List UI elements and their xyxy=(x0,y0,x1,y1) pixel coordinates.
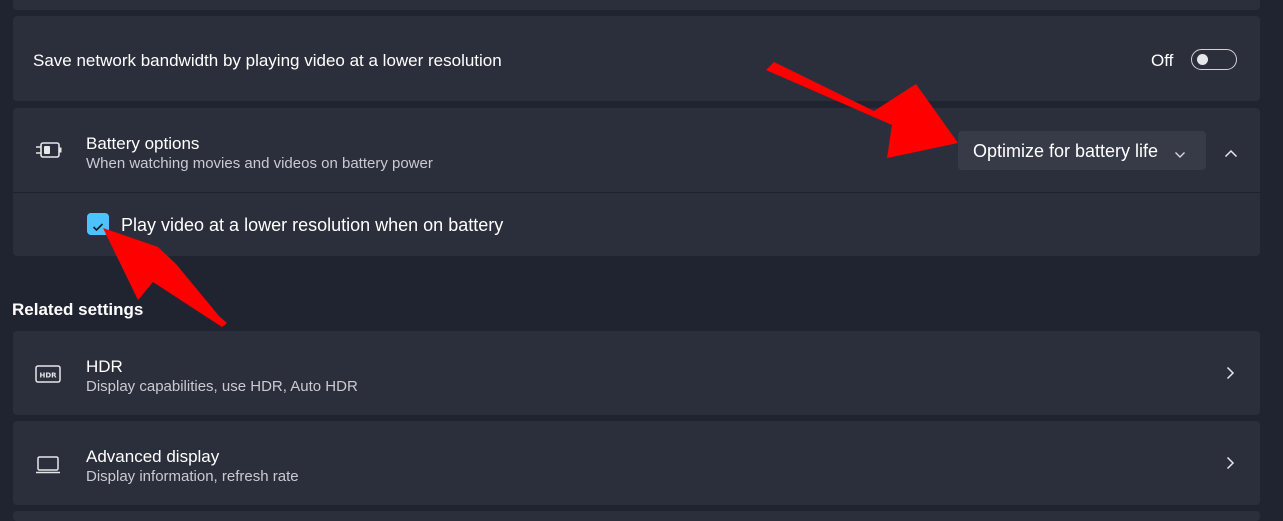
battery-options-title: Battery options xyxy=(86,134,200,153)
battery-plug-icon xyxy=(35,140,63,160)
hdr-icon: HDR xyxy=(35,365,61,383)
lower-resolution-checkbox-row[interactable]: Play video at a lower resolution when on… xyxy=(13,193,1260,256)
related-settings-heading: Related settings xyxy=(12,300,144,319)
hdr-subtitle: Display capabilities, use HDR, Auto HDR xyxy=(86,378,358,395)
next-setting-card xyxy=(13,511,1260,521)
advanced-display-title: Advanced display xyxy=(86,447,220,466)
bandwidth-toggle[interactable] xyxy=(1191,49,1237,70)
chevron-down-icon xyxy=(1174,146,1186,158)
checkmark-icon xyxy=(92,219,104,232)
previous-setting-card xyxy=(13,0,1260,10)
lower-resolution-checkbox-label: Play video at a lower resolution when on… xyxy=(121,215,504,235)
bandwidth-setting-label: Save network bandwidth by playing video … xyxy=(33,51,502,70)
advanced-display-subtitle: Display information, refresh rate xyxy=(86,468,299,485)
laptop-icon xyxy=(35,456,61,474)
related-item-hdr[interactable]: HDR HDR Display capabilities, use HDR, A… xyxy=(13,331,1260,415)
chevron-up-icon[interactable] xyxy=(1224,145,1238,158)
battery-options-header[interactable]: Battery options When watching movies and… xyxy=(13,108,1260,192)
related-item-advanced-display[interactable]: Advanced display Display information, re… xyxy=(13,421,1260,505)
chevron-right-icon xyxy=(1226,456,1235,470)
hdr-title: HDR xyxy=(86,357,123,376)
lower-resolution-checkbox[interactable] xyxy=(87,213,109,235)
chevron-right-icon xyxy=(1226,366,1235,380)
svg-text:HDR: HDR xyxy=(39,372,57,380)
battery-mode-dropdown-value: Optimize for battery life xyxy=(973,141,1159,161)
battery-options-subtitle: When watching movies and videos on batte… xyxy=(86,155,433,172)
toggle-knob xyxy=(1197,54,1208,65)
battery-options-card: Battery options When watching movies and… xyxy=(13,108,1260,256)
battery-mode-dropdown[interactable]: Optimize for battery life xyxy=(958,131,1206,170)
bandwidth-setting-card: Save network bandwidth by playing video … xyxy=(13,16,1260,101)
bandwidth-toggle-state: Off xyxy=(1151,51,1174,70)
